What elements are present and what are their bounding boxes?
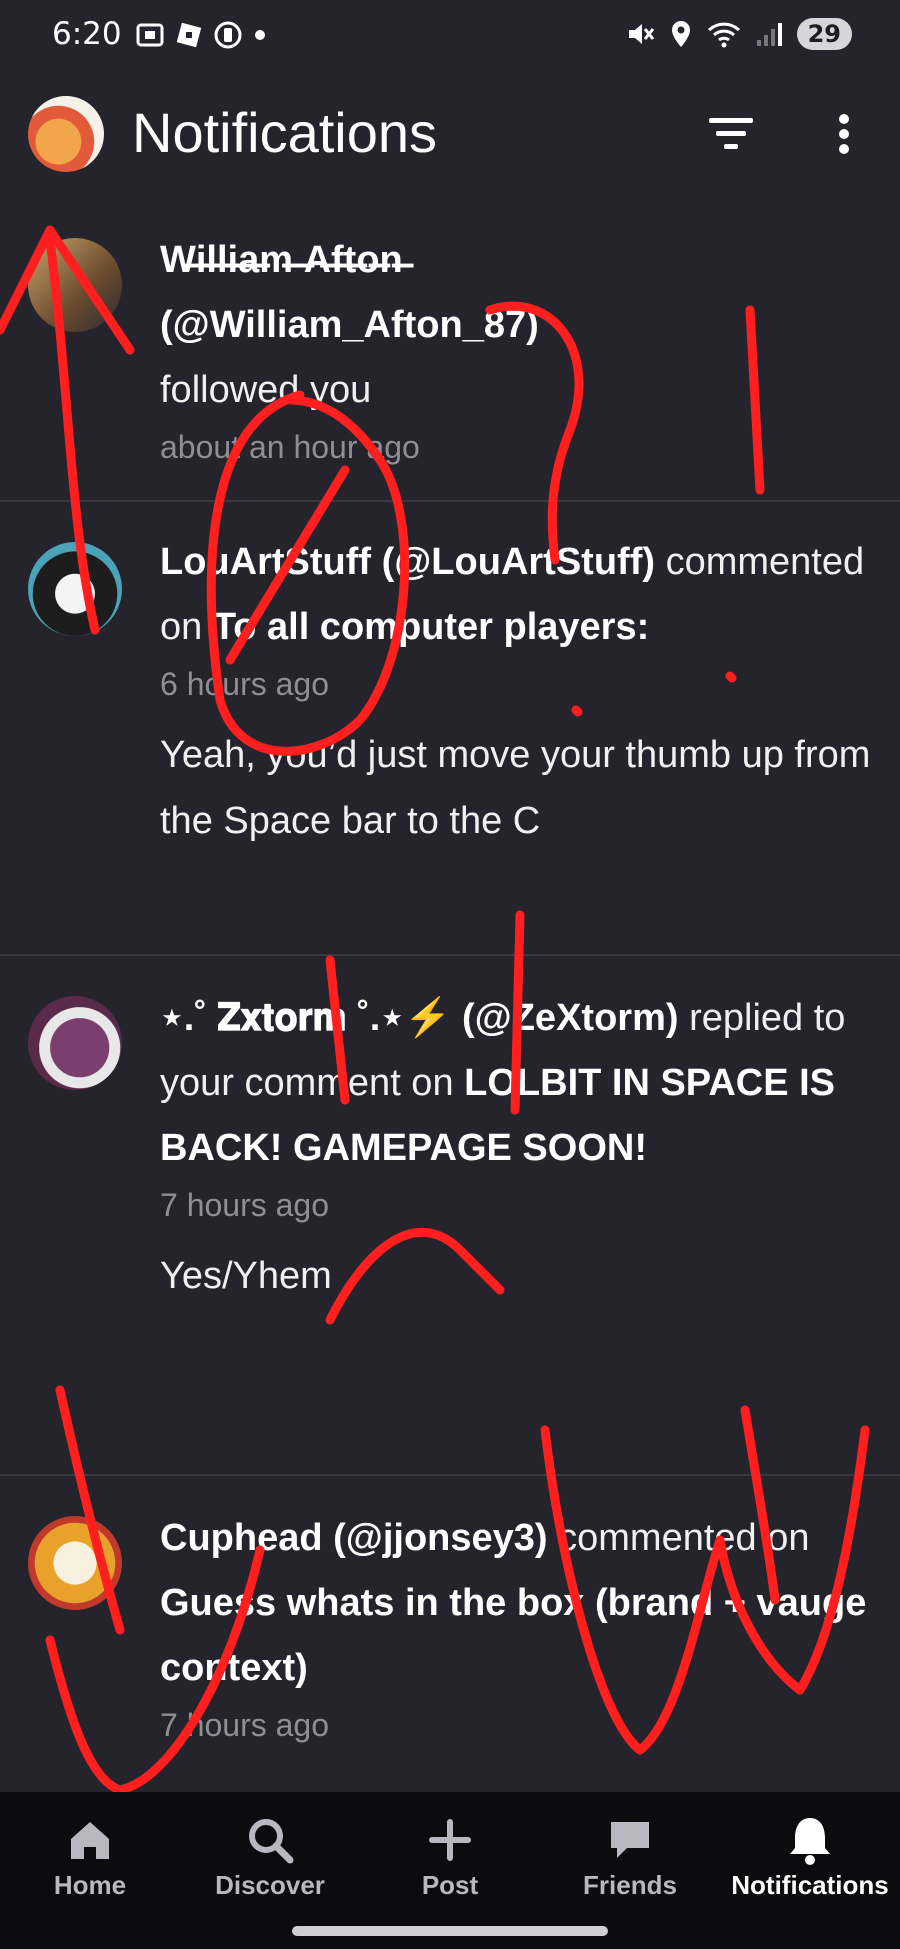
app-header: Notifications [0, 90, 900, 190]
notification-target-post[interactable]: Guess whats in the box (brand + vauge co… [160, 1582, 866, 1689]
dot-icon [255, 30, 265, 40]
nav-label: Home [53, 1870, 127, 1900]
nav-label: Notifications [731, 1870, 889, 1900]
nav-label: Discover [215, 1870, 325, 1900]
roblox-icon [176, 22, 202, 48]
avatar[interactable] [28, 542, 122, 636]
screenshot-icon [136, 23, 164, 47]
notification-item[interactable]: LouArtStuff (@LouArtStuff) commented on … [0, 502, 900, 956]
avatar[interactable] [28, 238, 122, 332]
notification-user-name[interactable]: Cuphead (@jjonsey3) [160, 1517, 548, 1559]
nav-label: Friends [583, 1870, 677, 1900]
notification-user-name[interactable]: W̶i̶l̶l̶i̶a̶m̶ ̶A̶f̶t̶o̶n̶ [160, 228, 880, 293]
nav-discover[interactable]: Discover [180, 1810, 360, 1901]
mute-icon [628, 24, 654, 44]
location-icon [671, 21, 690, 47]
chat-icon [611, 1822, 649, 1858]
notification-target-post[interactable]: To all computer players: [213, 606, 649, 648]
status-bar: 6:20 29 [0, 0, 900, 80]
status-time: 6:20 [52, 16, 122, 52]
notification-user-name[interactable]: LouArtStuff (@LouArtStuff) [160, 541, 655, 583]
notification-time: about an hour ago [160, 429, 420, 465]
avatar[interactable] [28, 1516, 122, 1610]
wifi-icon [707, 22, 740, 48]
page-title: Notifications [132, 101, 438, 164]
notification-user-name[interactable]: ⋆.˚ 𝐙𝐱𝐭𝐨𝐫𝐦 ˚.⋆⚡ [160, 997, 451, 1039]
status-right-icons: 29 [625, 18, 852, 50]
search-icon [249, 1819, 294, 1864]
notification-list: W̶i̶l̶l̶i̶a̶m̶ ̶A̶f̶t̶o̶n̶ (@William_Aft… [0, 198, 900, 1816]
notification-item[interactable]: ⋆.˚ 𝐙𝐱𝐭𝐨𝐫𝐦 ˚.⋆⚡ (@ZeXtorm) replied to yo… [0, 956, 900, 1476]
notification-snippet: Yes/Yhem [160, 1255, 332, 1297]
bell-icon [790, 1818, 830, 1865]
notification-user-handle[interactable]: (@ZeXtorm) [462, 997, 679, 1039]
timer-icon [214, 21, 242, 49]
battery-indicator: 29 [796, 18, 852, 50]
plus-icon [429, 1819, 471, 1861]
notification-user-handle[interactable]: (@William_Afton_87) [160, 293, 880, 358]
avatar[interactable] [28, 996, 122, 1090]
notification-item[interactable]: W̶i̶l̶l̶i̶a̶m̶ ̶A̶f̶t̶o̶n̶ (@William_Aft… [0, 198, 900, 502]
notification-snippet: Yeah, you’d just move your thumb up from… [160, 734, 871, 842]
nav-home[interactable]: Home [0, 1810, 180, 1901]
notification-action: followed you [160, 369, 372, 411]
signal-icon [756, 23, 782, 46]
home-indicator-bar[interactable] [292, 1926, 608, 1936]
nav-post[interactable]: Post [360, 1810, 540, 1901]
home-icon [71, 1822, 109, 1859]
nav-friends[interactable]: Friends [540, 1810, 720, 1901]
notification-time: 7 hours ago [160, 1707, 330, 1743]
notification-action: commented on [558, 1517, 810, 1559]
notification-time: 6 hours ago [160, 666, 330, 702]
status-left-icons [135, 20, 267, 50]
notification-time: 7 hours ago [160, 1187, 330, 1223]
nav-label: Post [421, 1870, 479, 1900]
nav-notifications[interactable]: Notifications [720, 1810, 900, 1901]
notification-item[interactable]: Cuphead (@jjonsey3) commented on Guess w… [0, 1476, 900, 1816]
filter-icon[interactable] [705, 112, 757, 156]
profile-avatar[interactable] [28, 96, 104, 172]
more-vertical-icon[interactable] [826, 110, 862, 158]
